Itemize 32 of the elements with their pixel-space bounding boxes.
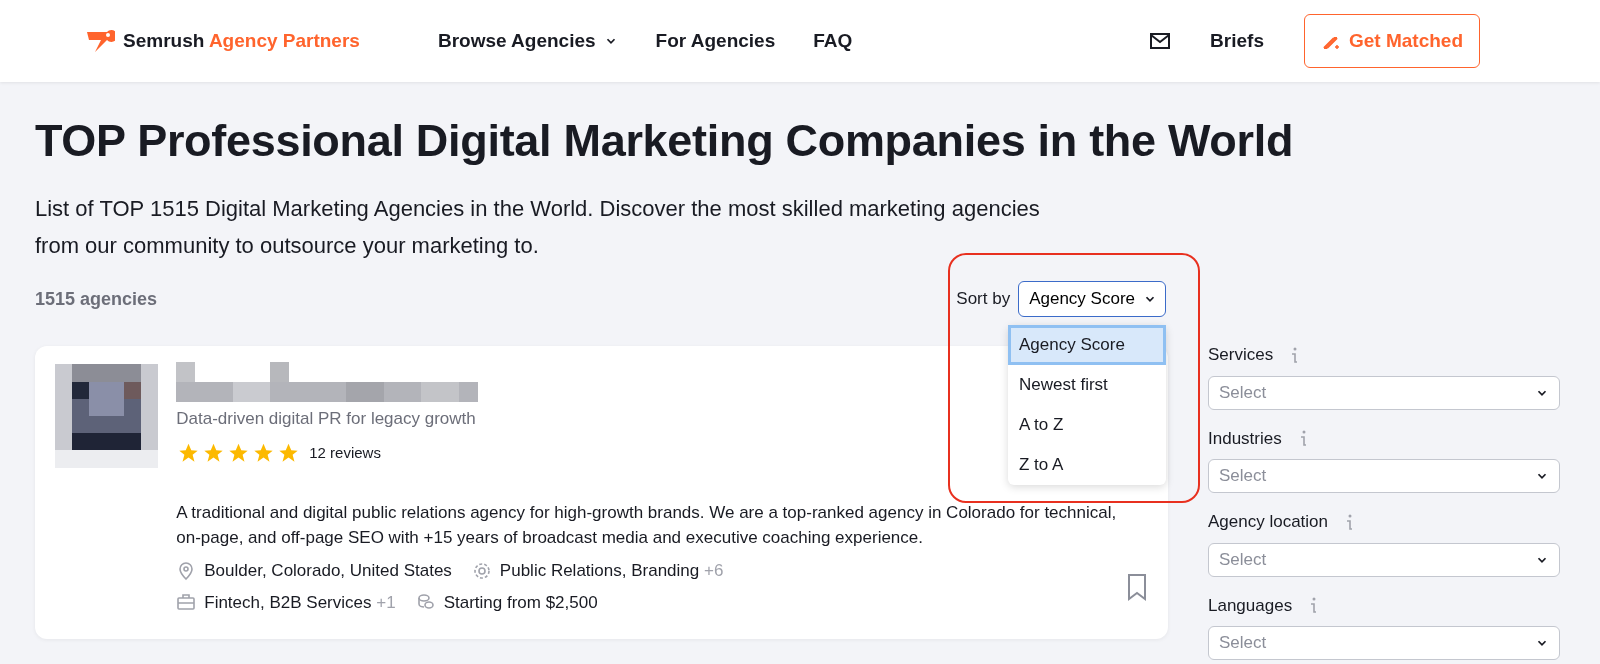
brand-name[interactable]: Semrush Agency Partners — [123, 26, 360, 56]
filter-label: Languages — [1208, 594, 1293, 617]
agency-price: Starting from $2,500 — [443, 591, 598, 614]
info-icon — [1289, 345, 1300, 364]
logo-icon — [85, 28, 115, 54]
dropdown-option[interactable]: Z to A — [1008, 445, 1166, 486]
filter-label: Industries — [1208, 427, 1282, 450]
page-title: TOP Professional Digital Marketing Companies in the World — [35, 114, 1295, 168]
dropdown-option[interactable]: A to Z — [1008, 405, 1166, 446]
nav-link[interactable]: FAQ — [813, 26, 853, 56]
briefcase-icon — [176, 592, 197, 613]
info-icon — [1344, 512, 1355, 531]
agency-count: 1515 agencies — [35, 287, 158, 311]
sort-label: Sort by — [956, 288, 1011, 311]
nav-link[interactable]: Browse Agencies — [437, 26, 618, 56]
filter-label: Agency location — [1208, 511, 1329, 533]
agency-description: A traditional and digital public relations agency for high-growth brands. We are a top-ranked agency in Colorado for technical, on-page, and off-page SEO with +15 years of broadcast media and executive coaching experience. — [176, 502, 1118, 549]
dropdown-option[interactable]: Newest first — [1008, 365, 1166, 406]
sort-dropdown[interactable]: Agency Score — [1018, 281, 1166, 317]
agency-location: Boulder, Colorado, United States — [204, 560, 452, 582]
agency-services: Public Relations, Branding +6 — [499, 560, 724, 582]
dropdown-option[interactable]: Agency Score — [1008, 325, 1166, 366]
agency-industries: Fintech, B2B Services +1 — [204, 591, 396, 614]
info-icon — [1308, 596, 1319, 615]
agency-tagline: Data-driven digital PR for legacy growth — [176, 408, 476, 430]
nav-link[interactable]: For Agencies — [655, 26, 776, 56]
bookmark-icon[interactable] — [1126, 573, 1148, 601]
mail-icon[interactable] — [1150, 33, 1171, 49]
review-count[interactable]: 12 reviews — [309, 441, 381, 464]
intro-text: List of TOP 1515 Digital Marketing Agencies in the World. Discover the most skilled marketing agencies from our community to outsource your marketing to. — [35, 195, 1041, 260]
filter-label: Services — [1208, 344, 1274, 366]
briefs-link[interactable]: Briefs — [1210, 26, 1264, 56]
